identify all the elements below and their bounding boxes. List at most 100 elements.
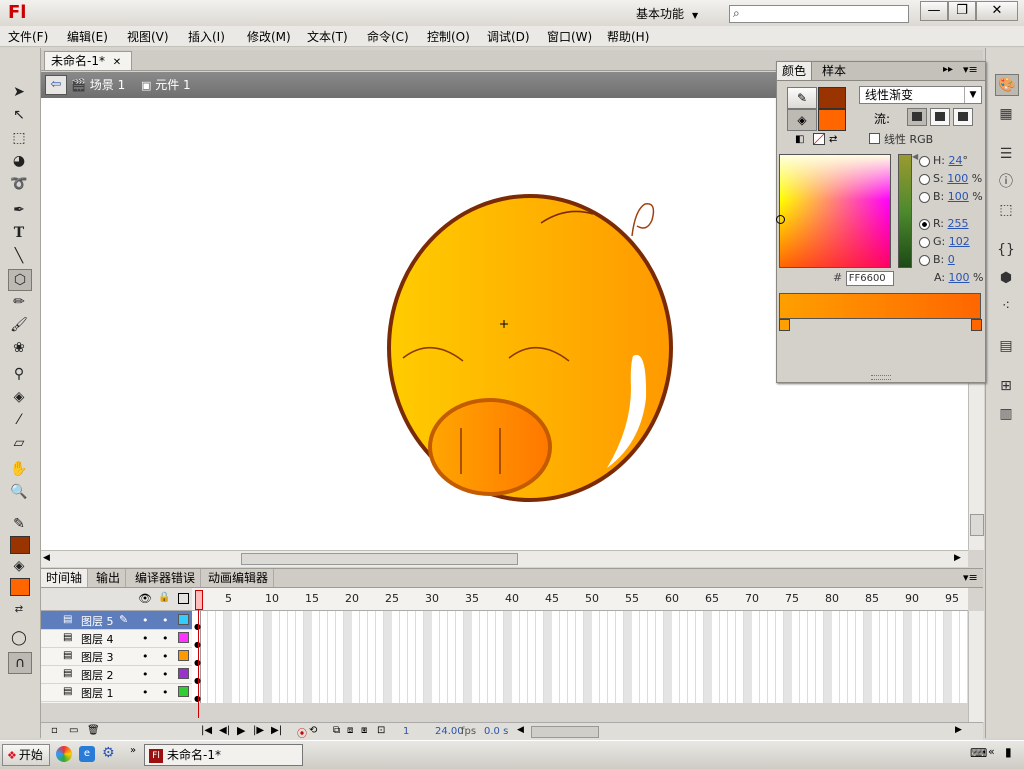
info-panel-icon[interactable]: ⓘ (995, 172, 1017, 192)
line-tool-icon[interactable]: ╲ (8, 246, 30, 266)
close-tab-icon[interactable]: ✕ (113, 57, 121, 68)
fill-color-swatch-panel[interactable] (818, 109, 846, 131)
ie-icon[interactable]: e (79, 746, 95, 762)
hue-value[interactable]: 24 (948, 154, 962, 167)
visible-dot[interactable]: • (142, 614, 149, 627)
eyedropper-tool-icon[interactable]: ⁄ (8, 410, 30, 430)
green-value[interactable]: 102 (949, 235, 970, 248)
color-type-select[interactable]: 线性渐变 ▼ (859, 86, 982, 104)
visible-dot[interactable]: • (142, 668, 149, 681)
brightness-value[interactable]: 100 (948, 190, 969, 203)
outline-color-swatch[interactable] (178, 668, 189, 679)
blue-radio[interactable] (919, 254, 930, 266)
library-panel-icon[interactable]: ▤ (995, 336, 1017, 356)
layer-row[interactable]: ▤ 图层 5 ✎ • • (41, 611, 192, 630)
current-frame[interactable]: 1 (403, 726, 409, 737)
menu-edit[interactable]: 编辑(E) (67, 28, 108, 45)
frame-grid[interactable]: ● ● ● ● ● (192, 611, 968, 703)
menu-commands[interactable]: 命令(C) (367, 28, 409, 45)
flow-reflect-button[interactable] (930, 108, 950, 126)
pig-snout[interactable] (428, 398, 552, 496)
free-transform-tool-icon[interactable]: ⬚ (8, 128, 30, 148)
breadcrumb-symbol[interactable]: ▣ 元件 1 (141, 76, 191, 93)
scroll-right-icon[interactable]: ▶ (954, 553, 961, 563)
visible-dot[interactable]: • (142, 650, 149, 663)
first-frame-icon[interactable]: |◀ (201, 725, 212, 736)
brush-tool-icon[interactable]: 🖌 (8, 315, 30, 335)
pencil-tool-icon[interactable]: ✏ (8, 292, 30, 312)
lock-dot[interactable]: • (162, 686, 169, 699)
hue-radio[interactable] (919, 155, 930, 167)
lock-all-icon[interactable]: 🔒 (158, 592, 170, 603)
timeline-vscroll[interactable] (968, 611, 984, 722)
tab-motion-editor[interactable]: 动画编辑器 (203, 569, 275, 587)
minimize-button[interactable]: — (920, 1, 948, 21)
settings-gear-icon[interactable]: ⚙ (102, 745, 115, 761)
gradient-stop-right[interactable] (971, 319, 982, 331)
layer-row[interactable]: ▤ 图层 3 • • (41, 647, 192, 666)
eraser-tool-icon[interactable]: ▱ (8, 433, 30, 453)
network-icon[interactable]: ▮ (1005, 745, 1012, 759)
playhead[interactable] (195, 588, 203, 718)
paint-bucket-tool-icon[interactable]: ◈ (8, 387, 30, 407)
restore-button[interactable]: ❐ (948, 1, 976, 21)
tab-output[interactable]: 输出 (91, 569, 127, 587)
no-color-icon[interactable] (813, 133, 825, 145)
red-value[interactable]: 255 (948, 217, 969, 230)
outline-color-swatch[interactable] (178, 686, 189, 697)
timeline-hscroll-thumb[interactable] (531, 726, 599, 738)
tab-compiler-errors[interactable]: 编译器错误 (130, 569, 202, 587)
edit-multiple-icon[interactable]: ⧆ (361, 725, 367, 736)
blue-value[interactable]: 0 (948, 253, 955, 266)
project-panel-icon[interactable]: ⊞ (995, 376, 1017, 396)
menu-view[interactable]: 视图(V) (127, 28, 169, 45)
stroke-color-button[interactable]: ✎ (787, 87, 817, 109)
gradient-stop-left[interactable] (779, 319, 790, 331)
menu-modify[interactable]: 修改(M) (247, 28, 291, 45)
align-panel-icon[interactable]: ☰ (995, 144, 1017, 164)
delete-layer-icon[interactable]: 🗑 (87, 725, 100, 736)
pen-tool-icon[interactable]: ✒ (8, 200, 30, 220)
stroke-color-swatch-panel[interactable] (818, 87, 846, 109)
object-drawing-icon[interactable]: ◯ (8, 628, 30, 648)
lock-dot[interactable]: • (162, 668, 169, 681)
3d-rotation-tool-icon[interactable]: ◕ (8, 151, 30, 171)
bone-tool-icon[interactable]: ⚲ (8, 364, 30, 384)
outline-color-swatch[interactable] (178, 650, 189, 661)
stroke-color-swatch[interactable] (10, 536, 30, 554)
lock-dot[interactable]: • (162, 632, 169, 645)
lasso-tool-icon[interactable]: ➰ (8, 174, 30, 194)
menu-control[interactable]: 控制(O) (427, 28, 470, 45)
color-panel-icon[interactable]: 🎨 (995, 74, 1019, 96)
playhead-handle[interactable] (195, 590, 203, 610)
swap-colors-panel-icon[interactable]: ⇄ (829, 134, 837, 145)
motion-presets-icon[interactable]: ⁖ (995, 296, 1017, 316)
document-tab[interactable]: 未命名-1* ✕ (44, 51, 132, 70)
outline-color-swatch[interactable] (178, 632, 189, 643)
brightness-radio[interactable] (919, 191, 930, 203)
saturation-value[interactable]: 100 (947, 172, 968, 185)
new-folder-icon[interactable]: ▭ (69, 725, 78, 736)
help-search-input[interactable]: ⌕ (729, 5, 909, 23)
scroll-left-icon[interactable]: ◀ (43, 553, 50, 563)
polystar-tool-icon[interactable]: ⬡ (8, 269, 32, 291)
back-arrow-icon[interactable]: ⇦ (45, 75, 67, 95)
visible-dot[interactable]: • (142, 686, 149, 699)
start-button[interactable]: ❖ 开始 (2, 744, 50, 766)
fill-color-button[interactable]: ◈ (787, 109, 817, 131)
components-panel-icon[interactable]: ⬢ (995, 268, 1017, 288)
show-hide-all-icon[interactable]: 👁 (138, 592, 152, 605)
visible-dot[interactable]: • (142, 632, 149, 645)
timeline-menu-icon[interactable]: ▾≡ (963, 571, 978, 584)
horizontal-scrollbar[interactable]: ◀ ▶ (41, 550, 968, 567)
browser-icon[interactable] (56, 746, 72, 762)
subselection-tool-icon[interactable]: ↖ (8, 105, 30, 125)
menu-file[interactable]: 文件(F) (8, 28, 48, 45)
swap-colors-icon[interactable]: ⇄ (8, 600, 30, 620)
menu-text[interactable]: 文本(T) (307, 28, 348, 45)
color-picker-field[interactable] (776, 154, 891, 268)
tab-color[interactable]: 颜色 (777, 62, 813, 80)
fps-value[interactable]: 24.00 (435, 726, 464, 737)
snap-to-objects-icon[interactable]: ∩ (8, 652, 32, 674)
onion-skin-icon[interactable]: ⧉ (333, 725, 340, 736)
